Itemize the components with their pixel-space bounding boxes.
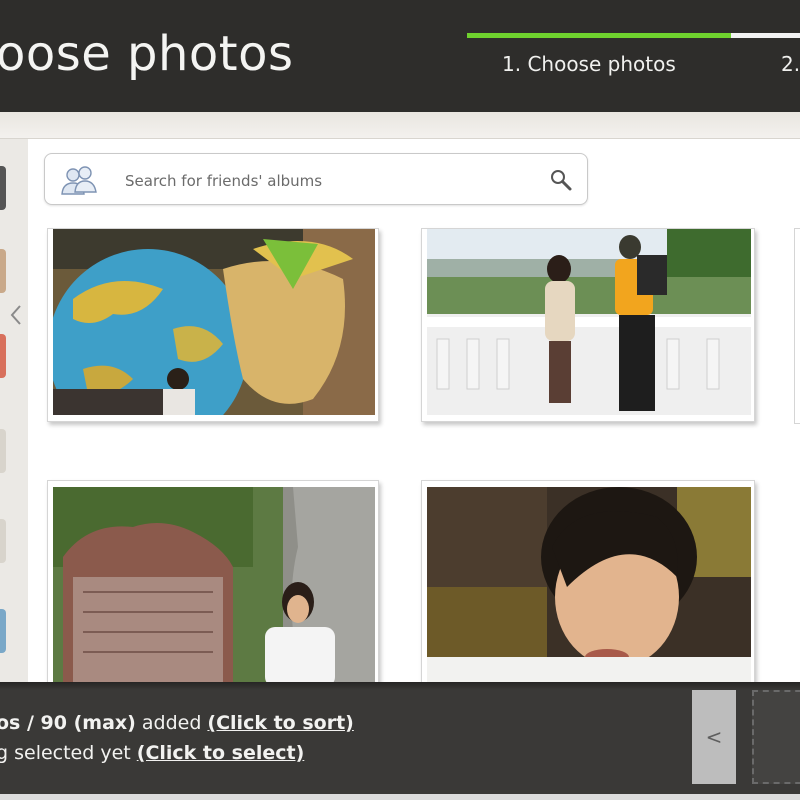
chevron-left-icon[interactable]: [10, 304, 22, 326]
selection-status: g selected yet (Click to select): [0, 742, 304, 764]
click-to-sort-link[interactable]: (Click to sort): [207, 712, 353, 734]
page-title: oose photos: [0, 26, 294, 82]
step-2-label[interactable]: 2.: [781, 52, 800, 76]
album-rail: [0, 139, 28, 682]
friends-album-search[interactable]: Search for friends' albums: [44, 153, 588, 205]
step-1-label[interactable]: 1. Choose photos: [502, 52, 676, 76]
search-placeholder[interactable]: Search for friends' albums: [125, 172, 322, 190]
album-thumb-4[interactable]: [0, 429, 6, 473]
tray-prev-button[interactable]: <: [692, 690, 736, 784]
tray-empty-slot[interactable]: [752, 690, 800, 784]
friends-icon: [61, 166, 97, 195]
photo-couple-balcony: [427, 229, 751, 415]
album-thumb-5[interactable]: [0, 519, 6, 563]
photo-tile-3[interactable]: [47, 480, 379, 690]
album-thumb-1[interactable]: [0, 166, 6, 210]
search-icon[interactable]: [549, 168, 573, 192]
panel-top-edge: [0, 112, 800, 139]
album-thumb-6[interactable]: [0, 609, 6, 653]
photo-tile-5-partial[interactable]: [794, 228, 800, 424]
photo-count-suffix: added: [135, 712, 208, 734]
progress-bar-complete: [467, 33, 731, 38]
album-thumb-3[interactable]: [0, 334, 6, 378]
selection-bar-shadow: [0, 682, 800, 690]
album-thumb-2[interactable]: [0, 249, 6, 293]
selection-bar: [0, 682, 800, 800]
window-bottom-edge: [0, 794, 800, 800]
photo-statue-globe: [53, 229, 375, 415]
photo-woman-plaque: [53, 487, 375, 687]
photo-tile-4[interactable]: [421, 480, 755, 690]
selection-status-text: g selected yet: [0, 742, 137, 764]
photo-tile-2[interactable]: [421, 228, 755, 422]
wizard-header: oose photos 1. Choose photos 2.: [0, 0, 800, 112]
photo-tile-1[interactable]: [47, 228, 379, 422]
click-to-select-link[interactable]: (Click to select): [137, 742, 305, 764]
photo-count-status: os / 90 (max) added (Click to sort): [0, 712, 354, 734]
photo-woman-smiling: [427, 487, 751, 687]
progress-bar-remaining: [731, 33, 800, 38]
photo-count: os / 90 (max): [0, 712, 136, 734]
